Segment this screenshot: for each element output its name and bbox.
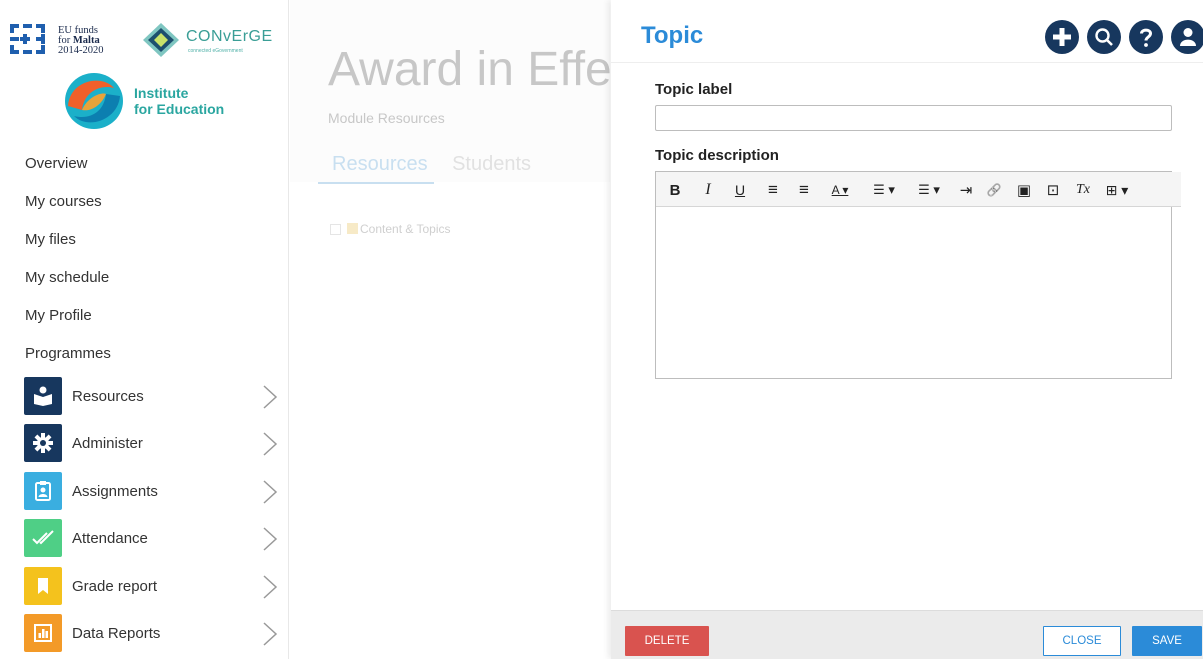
description-text-area[interactable]	[656, 208, 1171, 378]
panel-footer: DELETE CLOSE SAVE	[611, 610, 1203, 659]
underline-button[interactable]: U	[733, 180, 747, 200]
chevron-right-icon	[263, 480, 278, 504]
sidebar-item-label: Data Reports	[72, 624, 161, 642]
nav-programmes[interactable]: Programmes	[0, 335, 289, 373]
save-button[interactable]: SAVE	[1132, 626, 1202, 656]
editor-toolbar: B I U ≡ ≡ A ▾ ☰ ▾ ☰ ▾ ⇥ 🔗 ▣ ⊡ Tx ⊞ ▾	[656, 172, 1181, 207]
nav-my-profile[interactable]: My Profile	[0, 297, 289, 335]
bold-button[interactable]: B	[668, 180, 682, 200]
italic-button[interactable]: I	[701, 180, 715, 200]
topic-label-input[interactable]	[655, 105, 1172, 131]
topic-description-caption: Topic description	[655, 147, 779, 164]
image-button[interactable]: ▣	[1015, 180, 1033, 200]
sidebar-item-label: Attendance	[72, 530, 148, 548]
topic-panel: Topic Topic label Topic description B I …	[611, 0, 1203, 659]
numbered-list-button[interactable]: ☰ ▾	[912, 180, 946, 200]
chevron-right-icon	[263, 622, 278, 646]
resources-icon	[24, 377, 62, 415]
converge-mark-icon	[143, 23, 179, 57]
chart-icon	[24, 613, 62, 652]
topic-description-editor: B I U ≡ ≡ A ▾ ☰ ▾ ☰ ▾ ⇥ 🔗 ▣ ⊡ Tx ⊞ ▾	[655, 171, 1181, 379]
sidebar-item-attendance[interactable]: Attendance	[0, 515, 289, 562]
user-icon[interactable]	[1171, 20, 1203, 54]
converge-logo: CONvErGE connected eGovernment	[142, 20, 287, 60]
align-center-button[interactable]: ≡	[796, 180, 812, 200]
sidebar-item-label: Assignments	[72, 482, 158, 500]
nav-my-files[interactable]: My files	[0, 221, 289, 259]
clear-format-button[interactable]: Tx	[1074, 180, 1092, 200]
institute-name: Institute for Education	[134, 85, 225, 117]
chevron-right-icon	[263, 527, 278, 551]
indent-button[interactable]: ⇥	[957, 180, 975, 200]
bullet-list-button[interactable]: ☰ ▾	[867, 180, 901, 200]
nav-overview[interactable]: Overview	[0, 145, 289, 183]
sidebar-item-administer[interactable]: Administer	[0, 420, 289, 467]
overlay-dim	[290, 0, 612, 659]
text-color-button[interactable]: A ▾	[825, 180, 855, 200]
media-button[interactable]: ⊡	[1044, 180, 1062, 200]
topic-label-caption: Topic label	[655, 81, 733, 98]
sidebar-item-label: Resources	[72, 388, 144, 405]
gear-icon	[24, 424, 62, 463]
delete-button[interactable]: DELETE	[625, 626, 709, 656]
chevron-right-icon	[263, 385, 278, 409]
sidebar-item-grade-report[interactable]: Grade report	[0, 563, 289, 610]
checkmark-icon	[24, 519, 62, 558]
institute-logo: Institute for Education	[62, 70, 262, 134]
link-button[interactable]: 🔗	[985, 180, 1003, 200]
logo-area: EU funds for Malta 2014-2020 CONvErGE co…	[0, 0, 289, 140]
chevron-right-icon	[263, 575, 278, 599]
converge-tagline: connected eGovernment	[188, 48, 243, 54]
sidebar-item-resources[interactable]: Resources	[0, 373, 289, 420]
panel-title: Topic	[641, 22, 704, 49]
sidebar-item-label: Grade report	[72, 577, 158, 595]
add-icon[interactable]	[1045, 20, 1079, 54]
align-left-button[interactable]: ≡	[765, 180, 781, 200]
eu-funds-mark-icon	[10, 24, 45, 54]
sidebar-item-assignments[interactable]: Assignments	[0, 468, 289, 515]
nav-my-schedule[interactable]: My schedule	[0, 259, 289, 297]
clipboard-icon	[24, 471, 62, 510]
nav-my-courses[interactable]: My courses	[0, 183, 289, 221]
help-icon[interactable]	[1129, 20, 1163, 54]
converge-name: CONvErGE	[186, 28, 273, 45]
eu-funds-line3: 2014-2020	[58, 45, 104, 56]
search-icon[interactable]	[1087, 20, 1121, 54]
sidebar-item-data-reports[interactable]: Data Reports	[0, 610, 289, 657]
sidebar-nav: Overview My courses My files My schedule…	[0, 145, 289, 373]
eu-funds-text: EU funds for Malta 2014-2020	[58, 25, 104, 56]
header-actions	[1045, 20, 1203, 56]
chevron-right-icon	[263, 432, 278, 456]
sidebar-item-label: Administer	[72, 435, 143, 453]
bookmark-icon	[24, 566, 62, 605]
eu-funds-logo: EU funds for Malta 2014-2020	[8, 22, 128, 56]
table-button[interactable]: ⊞ ▾	[1102, 180, 1132, 200]
sidebar-menu: Resources Administer Assignments Attenda…	[0, 373, 289, 657]
close-button[interactable]: CLOSE	[1043, 626, 1121, 656]
institute-mark-icon	[65, 73, 123, 129]
sidebar: EU funds for Malta 2014-2020 CONvErGE co…	[0, 0, 289, 659]
panel-body: Topic label Topic description B I U ≡ ≡ …	[611, 62, 1203, 610]
